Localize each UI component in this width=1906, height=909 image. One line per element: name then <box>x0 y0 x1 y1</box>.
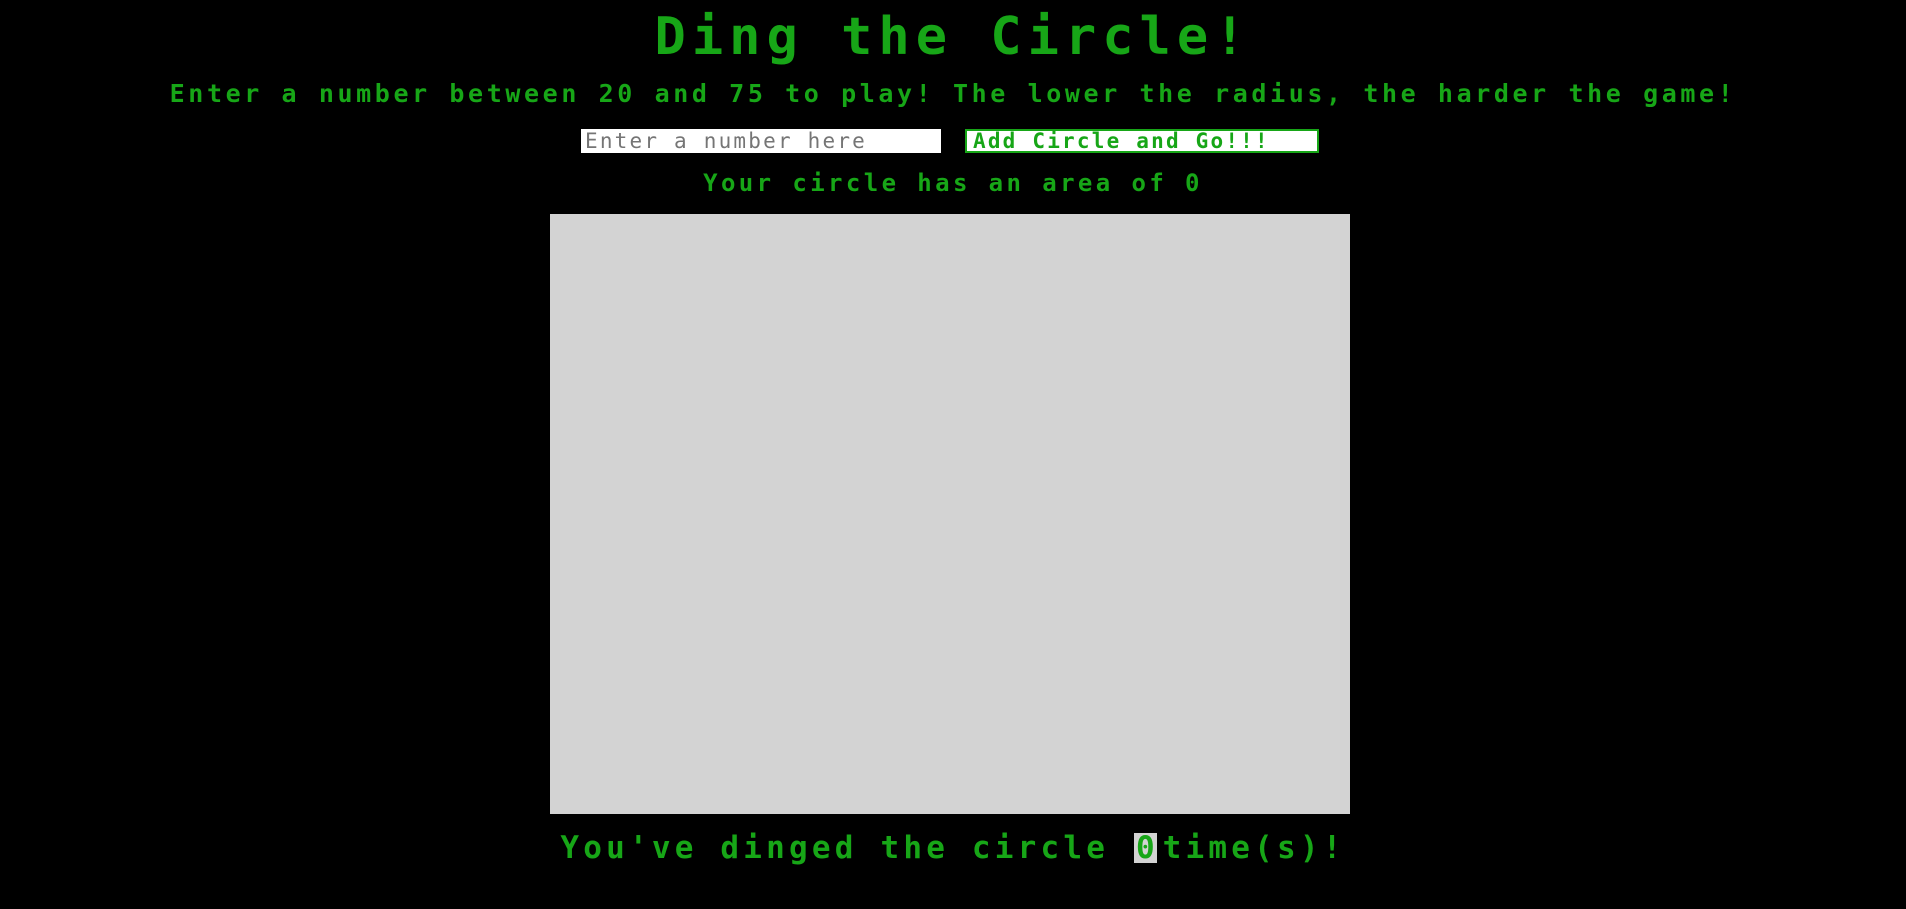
area-value: 0 <box>1185 169 1203 197</box>
add-circle-button[interactable]: Add Circle and Go!!! <box>965 129 1319 153</box>
ding-counter: You've dinged the circle 0 time(s)! <box>0 828 1906 868</box>
game-instructions: Enter a number between 20 and 75 to play… <box>169 79 1737 108</box>
ding-counter-prefix: You've dinged the circle <box>560 830 1110 866</box>
game-controls: Add Circle and Go!!! <box>581 129 1321 153</box>
area-label: Your circle has an area of <box>703 169 1168 197</box>
game-board[interactable] <box>550 214 1350 814</box>
area-readout: Your circle has an area of 0 <box>0 167 1906 199</box>
ding-count-value: 0 <box>1134 830 1157 866</box>
ding-counter-suffix: time(s)! <box>1162 830 1346 866</box>
radius-number-input[interactable] <box>581 129 941 153</box>
page-title: Ding the Circle! <box>654 7 1252 67</box>
